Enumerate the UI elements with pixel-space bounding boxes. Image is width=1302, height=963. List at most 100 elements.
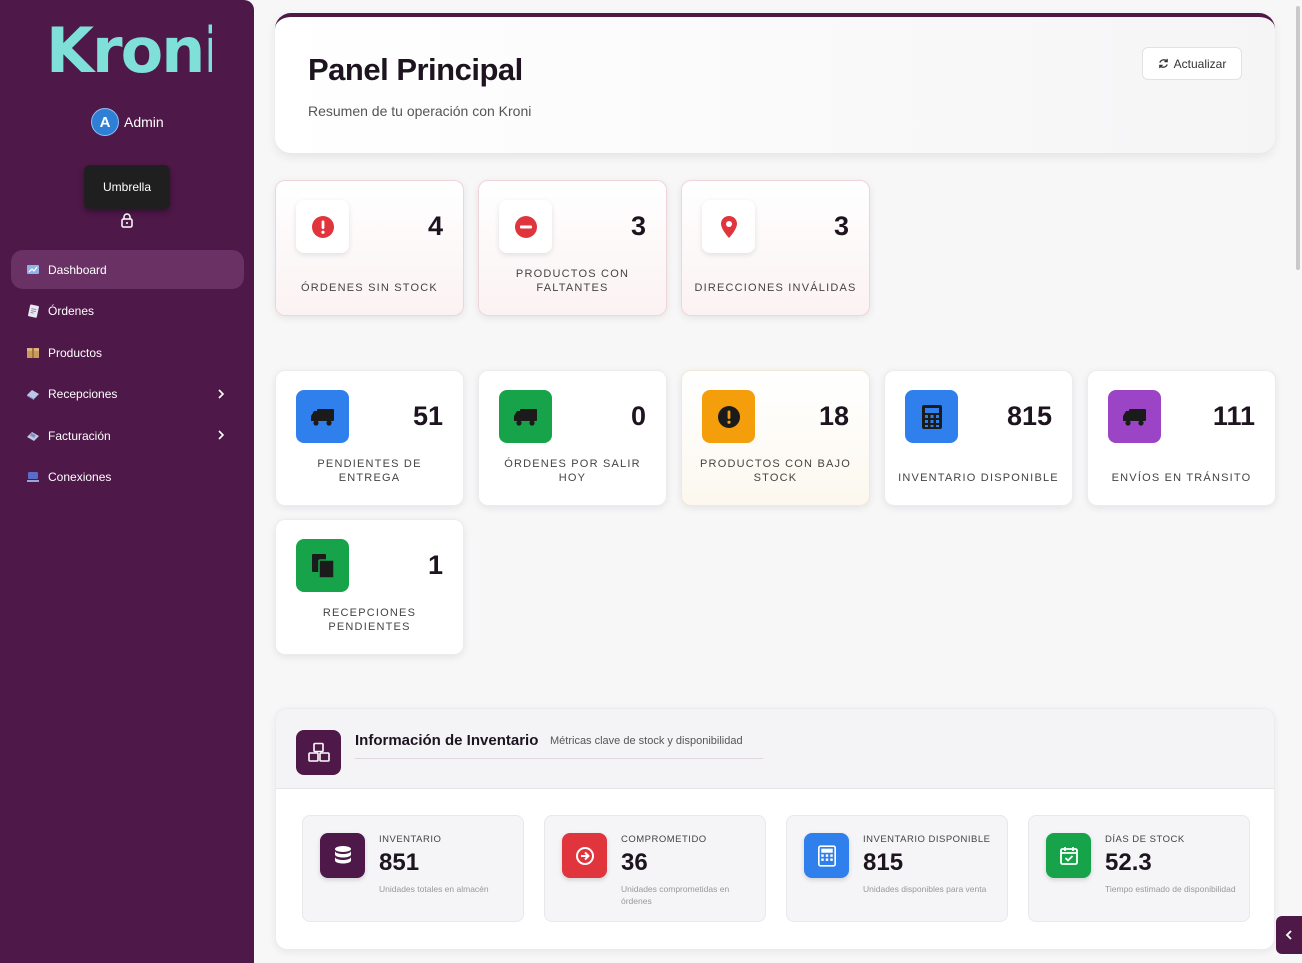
sidebar-item-dashboard[interactable]: Dashboard xyxy=(11,250,244,289)
metric-icon-box xyxy=(1046,833,1091,878)
chevron-left-icon xyxy=(1285,930,1292,940)
inventory-header: Información de Inventario Métricas clave… xyxy=(276,709,1274,789)
card-label: INVENTARIO DISPONIBLE xyxy=(898,472,1059,484)
card-label: DIRECCIONES INVÁLIDAS xyxy=(694,282,857,294)
refresh-icon xyxy=(1158,58,1168,69)
chevron-right-icon xyxy=(218,389,225,399)
sidebar-item-conexiones[interactable]: Conexiones xyxy=(11,458,244,497)
metric-icon-box xyxy=(804,833,849,878)
sidebar-item-label: Órdenes xyxy=(48,304,95,319)
truck-icon xyxy=(310,408,334,426)
sidebar-item-recepciones[interactable]: Recepciones xyxy=(11,375,244,414)
avatar: A xyxy=(91,108,119,136)
user-menu[interactable]: A Admin xyxy=(91,108,164,136)
metric-value: 815 xyxy=(863,849,904,876)
billing-icon xyxy=(27,431,39,441)
metric-value: 36 xyxy=(621,849,648,876)
card-value: 111 xyxy=(1212,401,1255,431)
calculator-icon xyxy=(921,404,942,429)
svg-text:Kroni: Kroni xyxy=(46,16,212,82)
page-header: Panel Principal Resumen de tu operación … xyxy=(275,13,1275,153)
sidebar-item-label: Productos xyxy=(48,345,103,360)
boxes-icon xyxy=(307,742,330,762)
truck-icon xyxy=(513,408,537,426)
alert-card-productos-con-faltantes[interactable]: 3 PRODUCTOS CON FALTANTES xyxy=(478,180,667,316)
card-value: 815 xyxy=(1006,401,1052,431)
sidebar-item-facturacion[interactable]: Facturación xyxy=(11,416,244,455)
sidebar-item-productos[interactable]: Productos xyxy=(11,333,244,372)
chevron-right-icon xyxy=(218,430,225,440)
metric-desc: Unidades disponibles para venta xyxy=(863,884,987,894)
sidebar-item-label: Recepciones xyxy=(48,387,118,402)
kroni-logo[interactable]: Kroni xyxy=(46,16,212,82)
orders-icon xyxy=(28,304,39,318)
card-label: ÓRDENES POR SALIR HOY xyxy=(504,458,641,484)
exclamation-circle-icon xyxy=(717,405,740,428)
page-subtitle: Resumen de tu operación con Kroni xyxy=(308,103,532,119)
stat-card-inventario-disponible[interactable]: 815 INVENTARIO DISPONIBLE xyxy=(884,370,1073,506)
sidebar-item-ordenes[interactable]: Órdenes xyxy=(11,292,244,331)
stat-icon-box xyxy=(296,390,349,443)
stat-icon-box xyxy=(905,390,958,443)
metric-inventario-disponible: INVENTARIO DISPONIBLE 815 Unidades dispo… xyxy=(786,815,1008,922)
metric-desc: Tiempo estimado de disponibilidad xyxy=(1105,884,1236,894)
exclamation-circle-icon xyxy=(311,215,334,238)
metric-value: 851 xyxy=(379,849,420,876)
map-pin-icon xyxy=(720,215,737,238)
card-label: PRODUCTOS CON BAJO STOCK xyxy=(700,458,851,484)
alert-icon-box xyxy=(499,200,552,253)
collapse-panel-button[interactable] xyxy=(1276,916,1302,954)
lock-icon[interactable] xyxy=(119,212,135,228)
card-value: 51 xyxy=(412,401,443,431)
truck-icon xyxy=(1122,408,1146,426)
inventory-icon-box xyxy=(296,730,341,775)
metric-desc: Unidades comprometidas en órdenes xyxy=(621,884,730,906)
metric-label: COMPROMETIDO xyxy=(621,834,707,845)
metric-icon-box xyxy=(562,833,607,878)
card-value: 1 xyxy=(427,550,443,580)
metric-icon-box xyxy=(320,833,365,878)
sidebar-item-label: Dashboard xyxy=(48,262,107,277)
stat-card-productos-con-bajo-stock[interactable]: 18 PRODUCTOS CON BAJO STOCK xyxy=(681,370,870,506)
stat-card-ordenes-por-salir-hoy[interactable]: 0 ÓRDENES POR SALIR HOY xyxy=(478,370,667,506)
card-label: ENVÍOS EN TRÁNSITO xyxy=(1111,472,1252,484)
card-value: 4 xyxy=(427,211,443,241)
sidebar-item-label: Conexiones xyxy=(48,470,112,485)
divider xyxy=(355,758,763,759)
alert-card-ordenes-sin-stock[interactable]: 4 ÓRDENES SIN STOCK xyxy=(275,180,464,316)
inventory-subtitle: Métricas clave de stock y disponibilidad xyxy=(550,735,743,747)
sidebar: Kroni A Admin Umbrella Dashboard Órdenes… xyxy=(0,0,254,963)
arrow-circle-icon xyxy=(575,846,594,865)
metric-label: INVENTARIO DISPONIBLE xyxy=(863,834,991,845)
metric-dias-de-stock: DÍAS DE STOCK 52.3 Tiempo estimado de di… xyxy=(1028,815,1250,922)
metric-label: INVENTARIO xyxy=(379,834,442,845)
connections-icon xyxy=(27,472,39,483)
company-selector[interactable]: Umbrella xyxy=(84,165,170,209)
stat-icon-box xyxy=(296,539,349,592)
metric-value: 52.3 xyxy=(1105,849,1152,876)
stat-card-envios-en-transito[interactable]: 111 ENVÍOS EN TRÁNSITO xyxy=(1087,370,1276,506)
card-value: 3 xyxy=(630,211,646,241)
scrollbar[interactable] xyxy=(1296,6,1300,270)
database-icon xyxy=(334,845,351,863)
card-value: 18 xyxy=(818,401,849,431)
metric-inventario: INVENTARIO 851 Unidades totales en almac… xyxy=(302,815,524,922)
sidebar-item-label: Facturación xyxy=(48,428,111,443)
products-icon xyxy=(27,347,39,358)
documents-icon xyxy=(311,553,335,579)
calendar-check-icon xyxy=(1059,846,1078,865)
alert-icon-box xyxy=(702,200,755,253)
inventory-section: Información de Inventario Métricas clave… xyxy=(275,708,1275,950)
card-label: ÓRDENES SIN STOCK xyxy=(301,282,438,294)
metric-label: DÍAS DE STOCK xyxy=(1105,834,1185,845)
sidebar-nav: Dashboard Órdenes Productos Recepciones … xyxy=(11,250,244,500)
alert-card-direcciones-invalidas[interactable]: 3 DIRECCIONES INVÁLIDAS xyxy=(681,180,870,316)
metric-comprometido: COMPROMETIDO 36 Unidades comprometidas e… xyxy=(544,815,766,922)
minus-circle-icon xyxy=(514,215,537,238)
dashboard-icon xyxy=(27,264,39,274)
stat-card-recepciones-pendientes[interactable]: 1 RECEPCIONES PENDIENTES xyxy=(275,519,464,655)
stat-icon-box xyxy=(1108,390,1161,443)
stat-card-pendientes-de-entrega[interactable]: 51 PENDIENTES DE ENTREGA xyxy=(275,370,464,506)
metric-desc: Unidades totales en almacén xyxy=(379,884,489,894)
refresh-button[interactable]: Actualizar xyxy=(1142,47,1242,80)
